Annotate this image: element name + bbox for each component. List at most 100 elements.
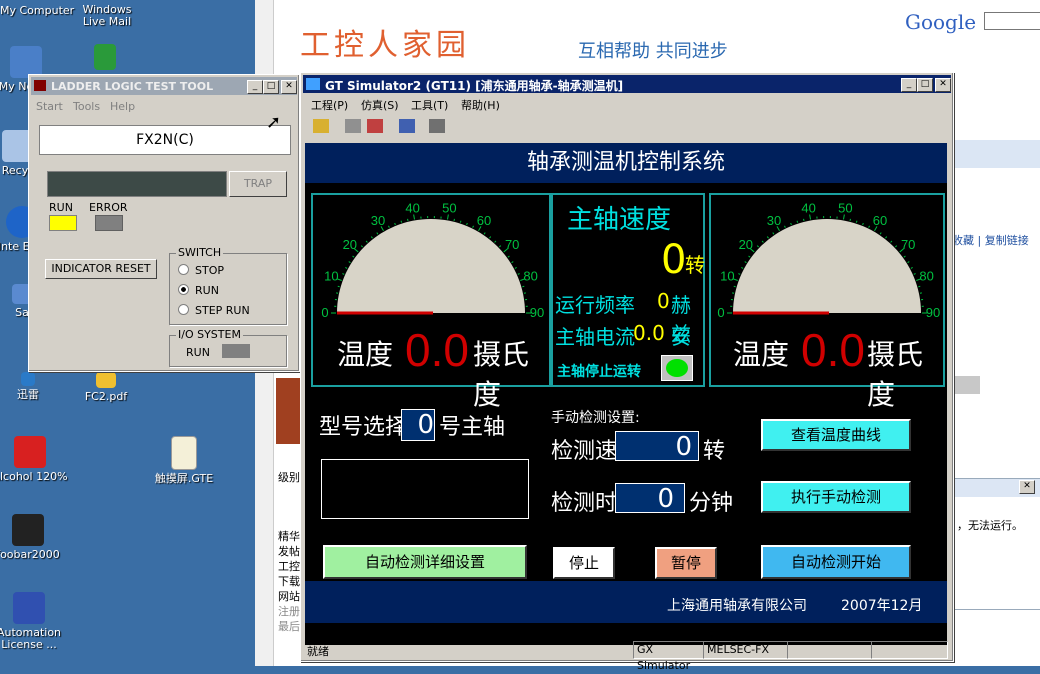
desktop-label-computer[interactable]: My Computer <box>0 4 74 17</box>
google-search-input[interactable] <box>984 12 1040 30</box>
freq-value: 0 <box>657 289 670 313</box>
current-value: 0.0 <box>633 321 665 345</box>
ladder-titlebar[interactable]: LADDER LOGIC TEST TOOL _ □ ✕ <box>31 77 297 95</box>
status-lamp <box>666 359 688 377</box>
stop-device-icon[interactable] <box>367 119 383 133</box>
close-button[interactable]: ✕ <box>281 80 297 94</box>
cursor-icon: ➚ <box>266 112 281 133</box>
error-dialog-text: ，无法运行。 <box>957 517 1023 533</box>
gauge-tick <box>918 286 920 287</box>
radio-step-circle <box>178 304 189 315</box>
run-indicator <box>49 215 77 231</box>
current-label: 主轴电流 <box>555 321 635 350</box>
gauge-tick <box>345 267 347 268</box>
gauge-tick <box>734 286 736 287</box>
desktop-icon-license[interactable]: Automation License ... <box>0 592 68 651</box>
gt-menu-help[interactable]: 帮助(H) <box>461 97 500 113</box>
lcd-display <box>47 171 227 197</box>
gauge-tick <box>338 286 340 287</box>
stop-button[interactable]: 停止 <box>553 547 615 579</box>
gauge-tick-label: 50 <box>442 201 456 216</box>
left-gauge: 0102030405060708090 <box>313 195 549 325</box>
desktop-icon-alcohol[interactable]: Alcohol 120% <box>0 436 70 483</box>
menu-tools[interactable]: Tools <box>73 100 100 113</box>
desktop-icon-gte[interactable]: 触摸屏.GTE <box>144 436 224 485</box>
gt-menu-sim[interactable]: 仿真(S) <box>361 97 399 113</box>
error-indicator <box>95 215 123 231</box>
radio-step-run[interactable]: STEP RUN <box>178 304 250 317</box>
gauge-tick <box>797 221 798 223</box>
gauge-tick <box>495 241 496 242</box>
gauge-tick-label: 40 <box>405 201 419 216</box>
gt-maximize-button[interactable]: □ <box>917 78 933 92</box>
gt-titlebar[interactable]: GT Simulator2 (GT11) [浦东通用轴承-轴承测温机] _ □ … <box>303 75 951 93</box>
gauge-tick-label: 90 <box>530 305 544 320</box>
gauge-tick <box>904 256 906 257</box>
indicator-reset-button[interactable]: INDICATOR RESET <box>45 259 157 279</box>
manual-test-button[interactable]: 执行手动检测 <box>761 481 911 513</box>
desktop-icon-shield[interactable] <box>60 44 150 73</box>
manual-time-input[interactable]: 0 <box>615 483 685 513</box>
model-input[interactable]: 0 <box>401 409 435 441</box>
status-empty-2 <box>871 641 948 659</box>
open-icon[interactable] <box>313 119 329 133</box>
gt-close-button[interactable]: ✕ <box>935 78 951 92</box>
site-logo[interactable]: 工控人家园 <box>300 20 470 64</box>
gauge-tick <box>895 246 896 247</box>
gauge-tick <box>891 241 892 242</box>
gauge-tick-label: 10 <box>720 269 734 284</box>
error-dialog-close-button[interactable]: ✕ <box>1019 480 1035 494</box>
gt-menu-project[interactable]: 工程(P) <box>311 97 348 113</box>
gauge-tick <box>489 237 490 239</box>
pause-button[interactable]: 暂停 <box>655 547 717 579</box>
ladder-title: LADDER LOGIC TEST TOOL <box>51 80 213 93</box>
gauge-tick <box>863 223 864 225</box>
frag-1: 精华 <box>278 528 300 544</box>
error-dialog: ✕ ，无法运行。 <box>952 478 1040 610</box>
gt-minimize-button[interactable]: _ <box>901 78 917 92</box>
maximize-button[interactable]: □ <box>263 80 279 94</box>
desktop-label-mail[interactable]: Windows Live Mail <box>72 4 142 28</box>
browser-right-bar <box>952 140 1040 168</box>
radio-stop[interactable]: STOP <box>178 264 224 277</box>
manual-speed-input[interactable]: 0 <box>615 431 699 461</box>
device-icon[interactable] <box>345 119 361 133</box>
gte-file-icon <box>171 436 197 470</box>
radio-run[interactable]: RUN <box>178 284 219 297</box>
list-icon[interactable] <box>399 119 415 133</box>
gauge-tick <box>908 262 910 263</box>
model-detail-box <box>321 459 529 519</box>
settings-icon[interactable] <box>429 119 445 133</box>
right-temp-value: 0.0 <box>801 323 865 377</box>
browser-avatar <box>276 378 300 444</box>
auto-settings-button[interactable]: 自动检测详细设置 <box>323 545 527 579</box>
browser-right-links[interactable]: 收藏 | 复制链接 <box>952 232 1029 248</box>
desktop-icon-pdf[interactable]: FC2.pdf <box>66 372 146 403</box>
frag-0: 级别 <box>278 469 300 485</box>
desktop-icon-foobar[interactable]: foobar2000 <box>0 514 68 561</box>
gauge-tick <box>349 262 351 263</box>
gauge-tick <box>467 223 468 225</box>
google-logo: Google <box>905 10 976 34</box>
auto-start-button[interactable]: 自动检测开始 <box>761 545 911 579</box>
gauge-tick-label: 60 <box>873 213 887 228</box>
hmi-title: 轴承测温机控制系统 <box>305 143 947 183</box>
company-name: 上海通用轴承有限公司 <box>667 595 807 615</box>
trap-button[interactable]: TRAP <box>229 171 287 197</box>
gt-status-bar: 就绪 GX Simulator MELSEC-FX <box>303 639 951 659</box>
app-icon <box>34 80 46 91</box>
footer-date: 2007年12月 <box>841 595 922 615</box>
left-temp-label: 温度 <box>337 333 393 373</box>
io-system-group: I/O SYSTEM RUN <box>169 335 287 367</box>
spindle-status: 主轴停止运转 <box>557 361 641 381</box>
minimize-button[interactable]: _ <box>247 80 263 94</box>
gauge-tick-label: 80 <box>523 269 537 284</box>
gauge-tick <box>499 246 500 247</box>
gauge-tick-label: 10 <box>324 269 338 284</box>
gt-menu-tools[interactable]: 工具(T) <box>411 97 448 113</box>
desktop-icon-thunder[interactable]: 迅雷 <box>0 372 68 401</box>
menu-start[interactable]: Start <box>36 100 63 113</box>
left-temp-value: 0.0 <box>405 323 469 377</box>
menu-help[interactable]: Help <box>110 100 135 113</box>
view-curve-button[interactable]: 查看温度曲线 <box>761 419 911 451</box>
